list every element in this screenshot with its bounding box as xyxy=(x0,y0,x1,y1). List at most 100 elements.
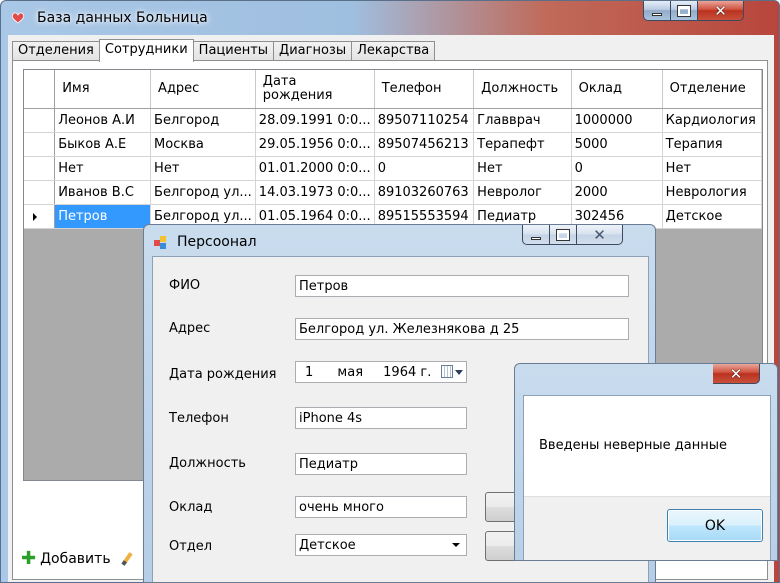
label-salary: Оклад xyxy=(169,500,213,515)
cell-salary[interactable]: 5000 xyxy=(571,132,663,157)
cell-name[interactable]: Иванов В.С xyxy=(54,180,152,205)
message-footer: OK xyxy=(524,496,770,560)
fio-input[interactable]: Петров xyxy=(295,275,629,297)
row-header[interactable] xyxy=(24,156,56,181)
close-icon: ✕ xyxy=(593,225,606,244)
table-row[interactable]: Иванов В.С Белгород ул... 14.03.1973 0:0… xyxy=(24,180,762,205)
tab-diagnoses[interactable]: Диагнозы xyxy=(273,41,352,61)
cell-salary[interactable]: 0 xyxy=(571,156,663,181)
birth-day[interactable]: 1 xyxy=(305,365,313,380)
close-button[interactable]: ✕ xyxy=(698,1,744,21)
maximize-button[interactable] xyxy=(671,1,698,21)
label-address: Адрес xyxy=(169,321,211,336)
cell-birth-date[interactable]: 29.05.1956 0:0... xyxy=(255,132,375,157)
column-header-position[interactable]: Должность xyxy=(473,70,572,109)
cell-name[interactable]: Быков А.Е xyxy=(54,132,152,157)
cell-position[interactable]: Нет xyxy=(473,156,572,181)
cell-phone[interactable]: 89507110254 xyxy=(374,108,475,133)
column-header-phone[interactable]: Телефон xyxy=(374,70,475,109)
cell-department[interactable]: Кардиология xyxy=(662,108,762,133)
minimize-icon xyxy=(531,236,541,240)
add-button[interactable]: Добавить xyxy=(40,551,110,567)
form-icon xyxy=(154,236,166,249)
cell-department[interactable]: Терапия xyxy=(662,132,762,157)
app-icon xyxy=(11,12,25,24)
row-header[interactable] xyxy=(24,108,56,133)
phone-input[interactable]: iPhone 4s xyxy=(295,407,467,429)
cell-birth-date[interactable]: 14.03.1973 0:0... xyxy=(255,180,375,205)
cell-position[interactable]: Главврач xyxy=(473,108,572,133)
minimize-button[interactable] xyxy=(522,225,550,245)
cell-position[interactable]: Невролог xyxy=(473,180,572,205)
cell-phone[interactable]: 89103260763 xyxy=(374,180,475,205)
cell-address[interactable]: Белгород xyxy=(150,108,256,133)
maximize-button[interactable] xyxy=(550,225,577,245)
personnel-dialog-title: Персоонал xyxy=(177,234,257,250)
position-input[interactable]: Педиатр xyxy=(295,453,467,475)
tab-employees[interactable]: Сотрудники xyxy=(98,39,194,62)
cell-department[interactable]: Неврология xyxy=(662,180,762,205)
cell-address[interactable]: Нет xyxy=(150,156,256,181)
cell-position[interactable]: Терапефт xyxy=(473,132,572,157)
label-fio: ФИО xyxy=(169,278,201,293)
chevron-down-icon[interactable] xyxy=(452,543,460,547)
cell-birth-date[interactable]: 01.01.2000 0:0... xyxy=(255,156,375,181)
maximize-icon xyxy=(677,4,691,17)
birth-month[interactable]: мая xyxy=(337,365,363,380)
cell-phone[interactable]: 0 xyxy=(374,156,475,181)
row-header[interactable] xyxy=(24,180,56,205)
tab-departments[interactable]: Отделения xyxy=(12,41,99,61)
ok-button[interactable]: OK xyxy=(667,509,763,542)
plus-icon: ✚ xyxy=(21,548,37,569)
cell-birth-date[interactable]: 28.09.1991 0:0... xyxy=(255,108,375,133)
birth-date-picker[interactable]: 1 мая 1964 г. xyxy=(295,361,467,383)
tab-strip: Отделения Сотрудники Пациенты Диагнозы Л… xyxy=(12,39,436,62)
minimize-button[interactable] xyxy=(643,1,671,21)
cell-name-selected[interactable]: Петров xyxy=(54,204,152,229)
table-row[interactable]: Нет Нет 01.01.2000 0:0... 0 Нет 0 Нет xyxy=(24,156,762,181)
calendar-icon[interactable] xyxy=(441,365,463,379)
column-header-address[interactable]: Адрес xyxy=(150,70,256,109)
message-text: Введены неверные данные xyxy=(539,438,727,453)
message-box: ✕ Введены неверные данные OK xyxy=(514,363,778,561)
cell-salary[interactable]: 1000000 xyxy=(571,108,663,133)
close-button[interactable]: ✕ xyxy=(713,364,760,384)
cell-name[interactable]: Нет xyxy=(54,156,152,181)
row-header[interactable] xyxy=(24,132,56,157)
column-header-birth-date[interactable]: Дата рождения xyxy=(255,70,375,109)
cell-department[interactable]: Детское xyxy=(662,204,762,229)
column-header-salary[interactable]: Оклад xyxy=(571,70,663,109)
cell-phone[interactable]: 89507456213 xyxy=(374,132,475,157)
close-icon: ✕ xyxy=(729,364,743,383)
department-select[interactable]: Детское xyxy=(295,534,467,556)
close-icon: ✕ xyxy=(714,1,727,20)
cell-address[interactable]: Москва xyxy=(150,132,256,157)
birth-year[interactable]: 1964 г. xyxy=(383,365,431,380)
table-row[interactable]: Леонов А.И Белгород 28.09.1991 0:0... 89… xyxy=(24,108,762,133)
label-position: Должность xyxy=(169,456,246,471)
grid-header-row: Имя Адрес Дата рождения Телефон Должност… xyxy=(24,70,762,109)
tab-medicines[interactable]: Лекарства xyxy=(351,41,436,61)
address-input[interactable]: Белгород ул. Железнякова д 25 xyxy=(295,318,629,340)
cell-name[interactable]: Леонов А.И xyxy=(54,108,152,133)
personnel-caption-buttons: ✕ xyxy=(522,225,623,245)
department-selected-value: Детское xyxy=(299,538,356,553)
salary-input[interactable]: очень много xyxy=(295,496,467,518)
message-caption-buttons: ✕ xyxy=(713,364,760,384)
cell-address[interactable]: Белгород ул... xyxy=(150,180,256,205)
label-department: Отдел xyxy=(169,539,213,554)
column-header-department[interactable]: Отделение xyxy=(662,70,762,109)
table-row[interactable]: Быков А.Е Москва 29.05.1956 0:0... 89507… xyxy=(24,132,762,157)
tab-patients[interactable]: Пациенты xyxy=(193,41,274,61)
bottom-toolbar: ✚ Добавить xyxy=(21,547,133,571)
cell-salary[interactable]: 2000 xyxy=(571,180,663,205)
close-button[interactable]: ✕ xyxy=(577,225,623,245)
message-body: Введены неверные данные OK xyxy=(523,395,771,560)
pencil-icon[interactable] xyxy=(119,552,133,566)
row-header-current[interactable] xyxy=(24,204,56,229)
column-header-name[interactable]: Имя xyxy=(54,70,152,109)
current-row-arrow-icon xyxy=(33,212,37,221)
cell-department[interactable]: Нет xyxy=(662,156,762,181)
label-phone: Телефон xyxy=(169,411,229,426)
main-titlebar[interactable]: База данных Больница ✕ xyxy=(1,1,779,35)
